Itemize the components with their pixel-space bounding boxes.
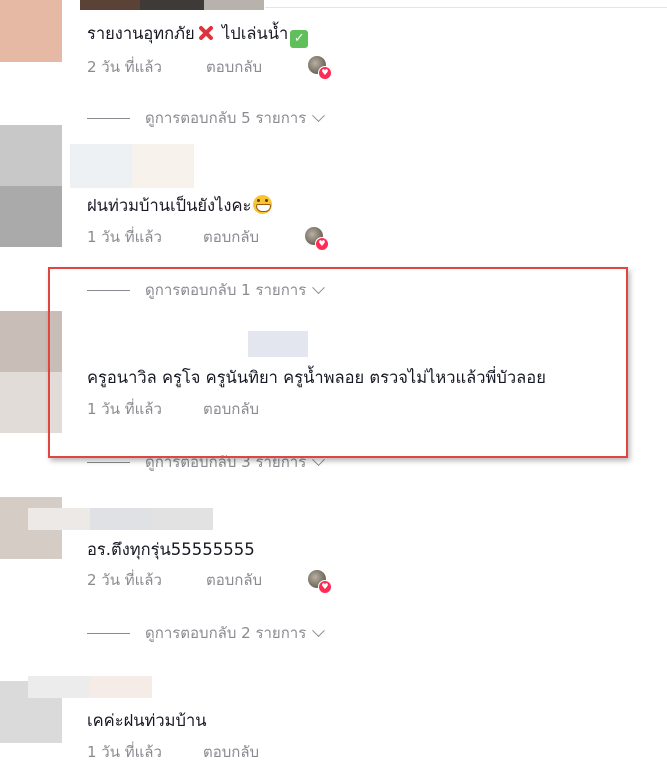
view-replies-button[interactable]: ดูการตอบกลับ 5 รายการ [87, 107, 326, 129]
comment-text: เคค่ะฝนท่วมบ้าน [87, 711, 207, 730]
view-replies-button[interactable]: ดูการตอบกลับ 1 รายการ [87, 279, 326, 301]
view-replies-button[interactable]: ดูการตอบกลับ 2 รายการ [87, 622, 326, 644]
comment-meta: 2 วัน ที่แล้ว ตอบกลับ [87, 56, 387, 78]
heart-icon: ♥ [318, 580, 332, 594]
reply-button[interactable]: ตอบกลับ [203, 226, 259, 248]
divider-line [87, 289, 130, 291]
view-replies-button[interactable]: ดูการตอบกลับ 3 รายการ [87, 451, 326, 473]
comment-timestamp: 2 วัน ที่แล้ว [87, 571, 162, 589]
comment-meta: 2 วัน ที่แล้ว ตอบกลับ [87, 569, 387, 591]
divider-line [87, 632, 130, 634]
reply-button[interactable]: ตอบกลับ [203, 398, 259, 420]
comment-text: ครูอนาวิล ครูโจ ครูนันทิยา ครูน้ำพลอย ตร… [87, 368, 546, 387]
comment-text: รายงานอุทกภัย ไปเล่นน้ำ ✓ [87, 22, 309, 48]
creator-liked-badge: ♥ [308, 570, 332, 594]
chevron-down-icon [312, 280, 326, 294]
cross-mark-emoji [197, 24, 215, 42]
comment-timestamp: 1 วัน ที่แล้ว [87, 400, 162, 418]
username-redacted [80, 0, 264, 10]
reply-button[interactable]: ตอบกลับ [206, 56, 262, 78]
comment-text: ฝนท่วมบ้านเป็นยังไงคะ [87, 194, 273, 218]
comment-timestamp: 2 วัน ที่แล้ว [87, 58, 162, 76]
divider-line [87, 461, 130, 463]
heart-icon: ♥ [318, 66, 332, 80]
divider-line [87, 117, 130, 119]
comment-text: อร.ตึงทุกรุ่น55555555 [87, 540, 255, 559]
grinning-face-emoji [253, 195, 273, 214]
chevron-down-icon [312, 108, 326, 122]
reply-button[interactable]: ตอบกลับ [203, 741, 259, 763]
username-redacted [70, 144, 194, 188]
creator-liked-badge: ♥ [305, 227, 329, 251]
chevron-down-icon [312, 452, 326, 466]
comment-timestamp: 1 วัน ที่แล้ว [87, 228, 162, 246]
avatar[interactable] [0, 125, 62, 247]
username-redacted [28, 508, 213, 530]
comment-list: รายงานอุทกภัย ไปเล่นน้ำ ✓ 2 วัน ที่แล้ว ต… [0, 0, 667, 777]
comment-meta: 1 วัน ที่แล้ว ตอบกลับ [87, 741, 387, 763]
chevron-down-icon [312, 623, 326, 637]
creator-liked-badge: ♥ [308, 56, 332, 80]
comment-meta: 1 วัน ที่แล้ว ตอบกลับ [87, 398, 387, 420]
avatar[interactable] [0, 311, 62, 433]
divider [265, 7, 667, 8]
username-redacted [248, 331, 308, 357]
reply-button[interactable]: ตอบกลับ [206, 569, 262, 591]
avatar[interactable] [0, 0, 62, 62]
check-mark-emoji: ✓ [290, 30, 309, 48]
heart-icon: ♥ [315, 237, 329, 251]
username-redacted [28, 676, 152, 698]
comment-meta: 1 วัน ที่แล้ว ตอบกลับ [87, 226, 387, 248]
comment-timestamp: 1 วัน ที่แล้ว [87, 743, 162, 761]
